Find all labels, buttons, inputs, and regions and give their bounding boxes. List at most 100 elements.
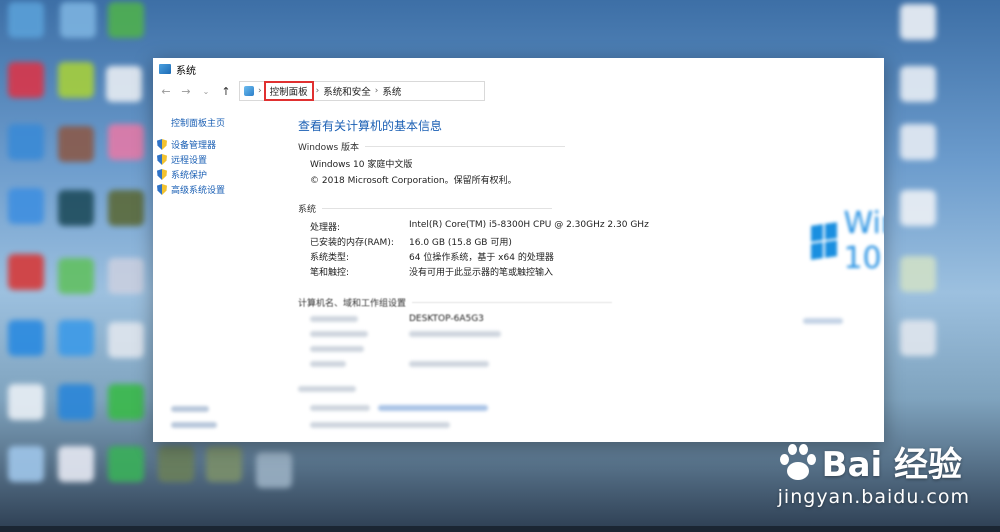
breadcrumb-control-panel[interactable]: 控制面板: [263, 81, 314, 101]
blurred-value: [409, 331, 501, 337]
computer-name-value: DESKTOP-6A5G3: [409, 314, 484, 324]
up-arrow-icon[interactable]: ↑: [219, 85, 233, 98]
desktop-icon[interactable]: [108, 124, 144, 160]
desktop-icon[interactable]: [8, 254, 44, 290]
desktop-icon[interactable]: [900, 190, 936, 226]
shield-icon: [157, 169, 167, 180]
ram-label: 已安装的内存(RAM):: [310, 238, 394, 248]
section-header: Windows 版本: [298, 143, 360, 153]
baidu-watermark: Bai 经验 jingyan.baidu.com: [778, 437, 970, 508]
breadcrumb-system-security[interactable]: 系统和安全: [323, 84, 371, 98]
blurred-label: [310, 361, 346, 367]
sidebar-item-remote-settings[interactable]: 远程设置: [157, 153, 207, 166]
windows-logo-text: Windows 10: [843, 206, 884, 276]
section-divider: [412, 302, 613, 303]
desktop-icon[interactable]: [106, 66, 142, 102]
copyright-text: © 2018 Microsoft Corporation。保留所有权利。: [310, 176, 517, 186]
title-bar[interactable]: 系统: [153, 58, 884, 80]
system-type-label: 系统类型:: [310, 253, 350, 263]
baidu-paw-icon: [778, 442, 818, 482]
desktop-icon[interactable]: [8, 62, 44, 98]
sidebar-item-system-protection[interactable]: 系统保护: [157, 168, 207, 181]
blurred-label: [310, 346, 364, 352]
desktop-icon[interactable]: [900, 124, 936, 160]
desktop-icon[interactable]: [8, 124, 44, 160]
desktop-icon[interactable]: [108, 384, 144, 420]
desktop-icon[interactable]: [900, 4, 936, 40]
pen-touch-value: 没有可用于此显示器的笔或触控输入: [409, 268, 554, 278]
sidebar: 控制面板主页 设备管理器 远程设置 系统保护 高级系统设置: [153, 110, 288, 442]
sidebar-item-label: 设备管理器: [171, 141, 217, 151]
navigation-bar: ← → ⌄ ↑ › 控制面板 › 系统和安全 › 系统: [153, 80, 884, 102]
chevron-right-icon[interactable]: ›: [375, 86, 379, 96]
desktop-icon[interactable]: [58, 258, 94, 294]
desktop-icon[interactable]: [58, 446, 94, 482]
system-type-value: 64 位操作系统，基于 x64 的处理器: [409, 253, 554, 263]
desktop-icon[interactable]: [58, 384, 94, 420]
blurred-label: [310, 316, 358, 322]
desktop-icon[interactable]: [108, 446, 144, 482]
blurred-link[interactable]: [378, 405, 488, 411]
sidebar-item-device-manager[interactable]: 设备管理器: [157, 138, 216, 151]
desktop-icon[interactable]: [108, 190, 144, 226]
page-title: 查看有关计算机的基本信息: [298, 119, 443, 133]
windows-logo-icon: [811, 222, 838, 260]
blurred-label: [310, 422, 450, 428]
section-header: 系统: [298, 205, 317, 215]
sidebar-item-label: 远程设置: [171, 156, 208, 166]
desktop-icon[interactable]: [206, 446, 242, 482]
sidebar-blurred-link[interactable]: [171, 406, 209, 412]
pen-touch-label: 笔和触控:: [310, 268, 350, 278]
blurred-label: [310, 405, 370, 411]
processor-value: Intel(R) Core(TM) i5-8300H CPU @ 2.30GHz…: [409, 220, 649, 230]
chevron-right-icon[interactable]: ›: [316, 86, 320, 96]
desktop-icon[interactable]: [8, 188, 44, 224]
back-arrow-icon[interactable]: ←: [159, 85, 173, 98]
desktop-icon[interactable]: [256, 452, 292, 488]
desktop-icon[interactable]: [900, 320, 936, 356]
system-section: 系统: [298, 202, 553, 215]
desktop-icon[interactable]: [108, 258, 144, 294]
dropdown-chevron-icon[interactable]: ⌄: [199, 87, 213, 96]
desktop-icon[interactable]: [58, 62, 94, 98]
section-divider: [322, 208, 553, 209]
desktop-icon[interactable]: [8, 2, 44, 38]
desktop-icon[interactable]: [8, 446, 44, 482]
breadcrumb-system[interactable]: 系统: [382, 84, 401, 98]
taskbar: [0, 526, 1000, 532]
desktop-icon[interactable]: [58, 190, 94, 226]
desktop-icon[interactable]: [8, 320, 44, 356]
system-app-icon: [159, 64, 171, 74]
watermark-url: jingyan.baidu.com: [777, 486, 970, 508]
section-header: 计算机名、域和工作组设置: [298, 299, 407, 309]
processor-label: 处理器:: [310, 223, 341, 233]
blurred-label: [310, 331, 368, 337]
sidebar-item-advanced-settings[interactable]: 高级系统设置: [157, 183, 225, 196]
control-panel-icon: [244, 86, 254, 96]
chevron-right-icon: ›: [258, 86, 262, 96]
desktop-icon[interactable]: [58, 320, 94, 356]
shield-icon: [157, 139, 167, 150]
desktop-icon[interactable]: [158, 446, 194, 482]
change-settings-link[interactable]: [803, 318, 843, 324]
forward-arrow-icon[interactable]: →: [179, 85, 193, 98]
desktop-icon[interactable]: [108, 2, 144, 38]
desktop-icon[interactable]: [58, 126, 94, 162]
window-title: 系统: [176, 65, 196, 77]
desktop-icon[interactable]: [60, 2, 96, 38]
blurred-section-header: [298, 386, 356, 392]
desktop-icon[interactable]: [8, 384, 44, 420]
shield-icon: [157, 154, 167, 165]
sidebar-blurred-link[interactable]: [171, 422, 217, 428]
address-bar[interactable]: › 控制面板 › 系统和安全 › 系统: [239, 81, 485, 101]
sidebar-home-link[interactable]: 控制面板主页: [171, 116, 225, 129]
main-content: 查看有关计算机的基本信息 Windows 版本 Windows 10 家庭中文版…: [298, 110, 884, 442]
desktop-icon[interactable]: [900, 256, 936, 292]
windows-edition-section: Windows 版本: [298, 140, 566, 153]
watermark-brand: Bai 经验: [821, 445, 963, 485]
sidebar-item-label: 高级系统设置: [171, 186, 226, 196]
desktop-icon[interactable]: [108, 322, 144, 358]
desktop-icon[interactable]: [900, 66, 936, 102]
ram-value: 16.0 GB (15.8 GB 可用): [409, 238, 512, 248]
shield-icon: [157, 184, 167, 195]
